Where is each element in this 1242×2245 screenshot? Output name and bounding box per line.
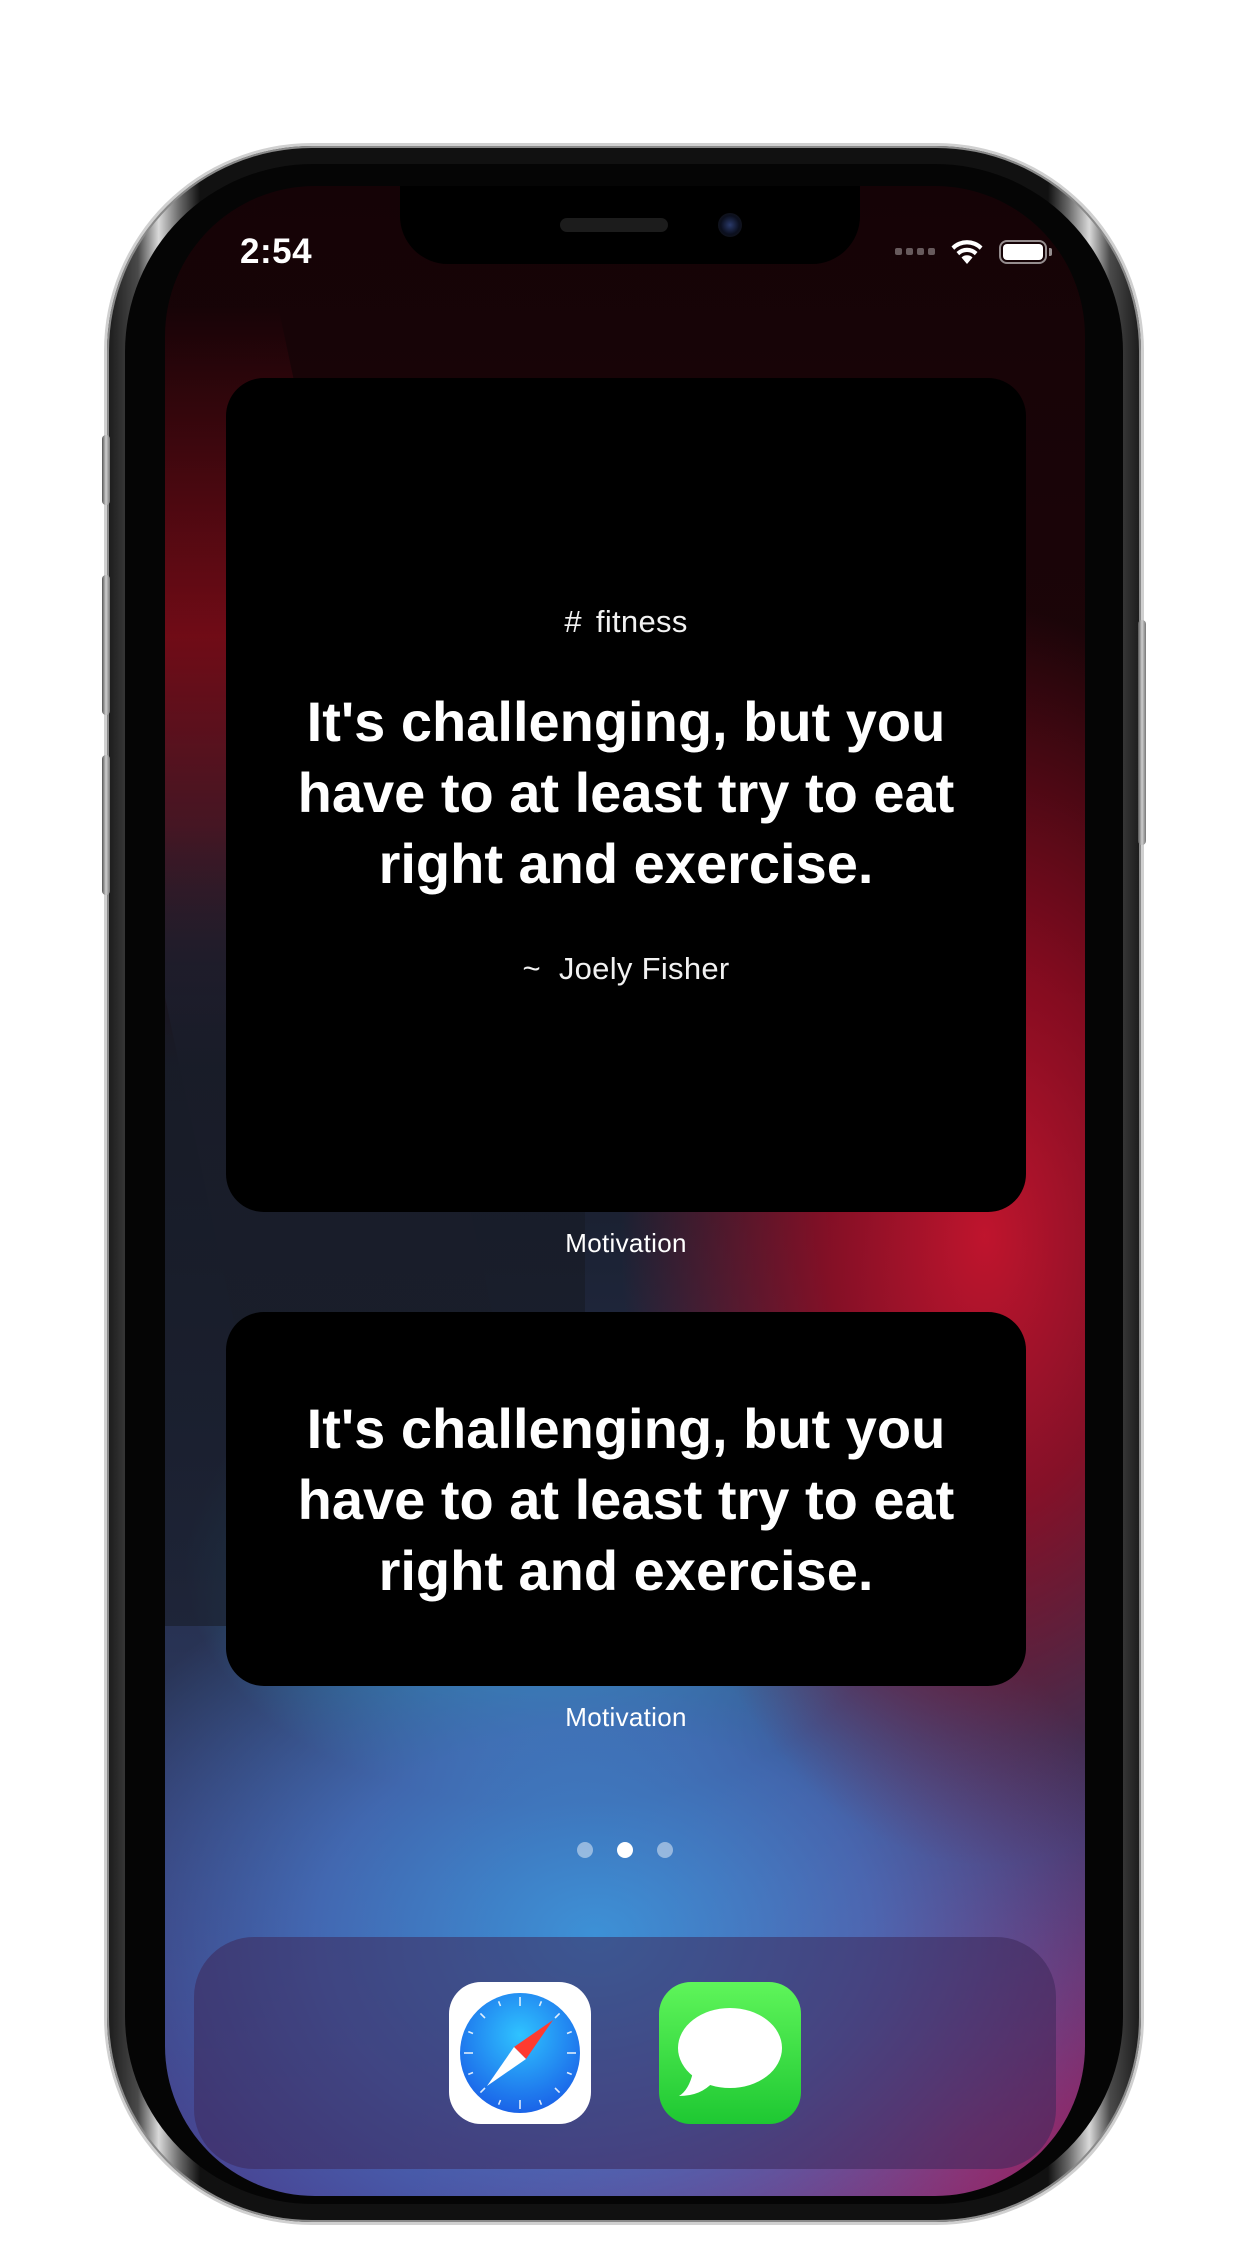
author-name: Joely Fisher (558, 950, 730, 986)
volume-down-button (102, 755, 110, 895)
wifi-icon (951, 240, 983, 264)
safari-compass-icon (460, 1993, 580, 2113)
tag-label: fitness (595, 603, 688, 639)
quote-widget-medium[interactable]: It's challenging, but you have to at lea… (226, 1312, 1026, 1686)
quote-text: It's challenging, but you have to at lea… (297, 1396, 955, 1602)
earpiece-speaker (560, 218, 668, 232)
cellular-signal-icon (895, 248, 935, 255)
messages-app-icon[interactable] (659, 1982, 801, 2124)
home-screen: 2:54 # fitness It's challenging, but you … (165, 186, 1085, 2196)
quote-widget-large[interactable]: # fitness It's challenging, but you have … (226, 378, 1026, 1212)
dock (194, 1937, 1056, 2169)
quote-tag: # fitness (564, 604, 687, 640)
battery-icon (999, 239, 1052, 264)
messages-bubble-icon (678, 2008, 782, 2096)
status-time: 2:54 (240, 232, 313, 271)
page-dot[interactable] (577, 1842, 593, 1858)
widget-caption: Motivation (565, 1228, 687, 1258)
front-camera (718, 213, 742, 237)
page-indicator[interactable] (165, 1842, 1085, 1858)
quote-author: ~ Joely Fisher (522, 951, 729, 987)
widget-caption: Motivation (565, 1702, 687, 1732)
silent-switch (102, 435, 110, 505)
page-dot-current[interactable] (617, 1842, 633, 1858)
quote-text: It's challenging, but you have to at lea… (297, 689, 955, 895)
page-dot[interactable] (657, 1842, 673, 1858)
power-button (1138, 620, 1146, 845)
status-icons (895, 238, 1052, 265)
tilde-symbol: ~ (522, 950, 541, 986)
hash-symbol: # (564, 603, 582, 639)
safari-app-icon[interactable] (449, 1982, 591, 2124)
notch (400, 186, 860, 264)
volume-up-button (102, 575, 110, 715)
